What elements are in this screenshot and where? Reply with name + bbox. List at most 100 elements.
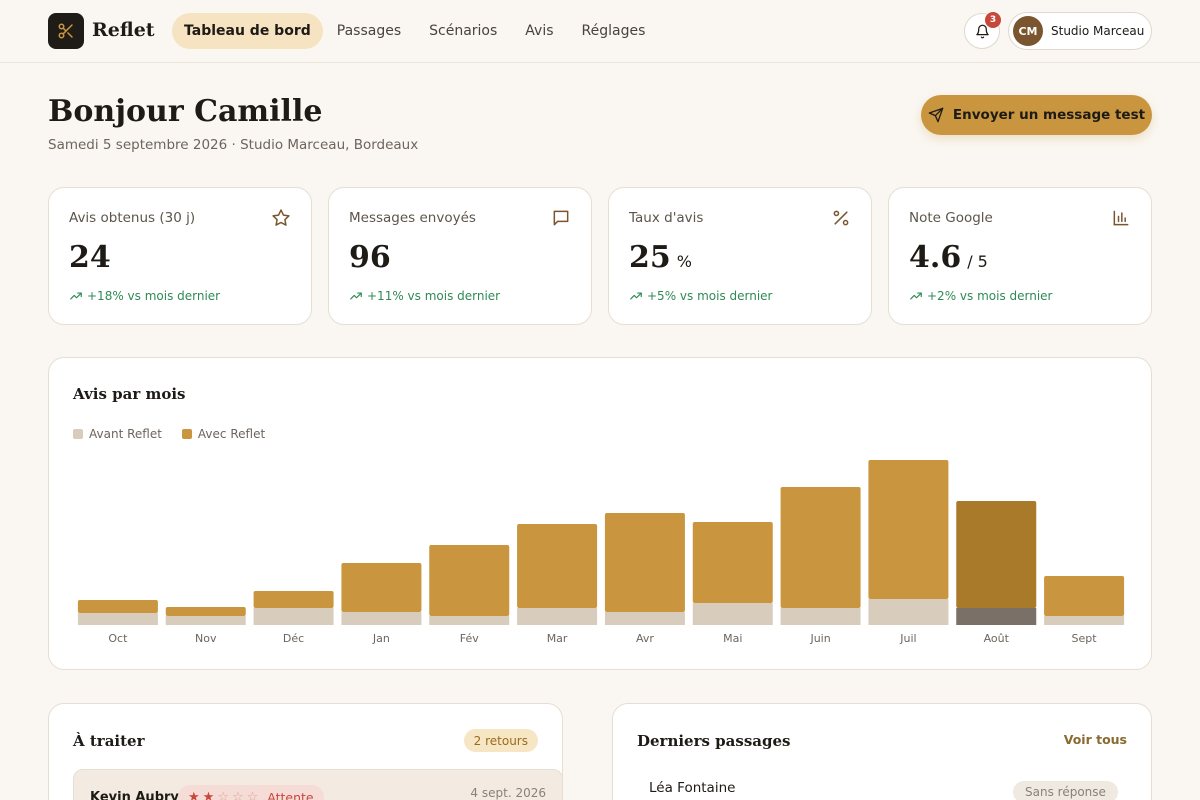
x-tick-label: Nov xyxy=(195,632,217,645)
scissors-icon xyxy=(58,23,73,39)
bar-avant-Juil[interactable] xyxy=(868,599,949,625)
bar-avant-Sept[interactable] xyxy=(1044,616,1125,625)
bar-avec-Déc[interactable] xyxy=(253,591,334,608)
x-tick-label: Fév xyxy=(460,632,479,645)
kpi-label: Messages envoyés xyxy=(349,210,476,226)
x-tick-label: Juin xyxy=(809,632,830,645)
avatar: CM xyxy=(1013,16,1043,46)
legend-swatch xyxy=(181,429,192,439)
x-tick-label: Jan xyxy=(372,632,390,645)
message-icon xyxy=(553,210,569,226)
kpi-value: 96 xyxy=(349,240,391,275)
main-menu: Tableau de bord Passages Scénarios Avis … xyxy=(172,13,659,49)
star-empty-icon: ☆ xyxy=(217,789,229,800)
list-item[interactable]: Kevin Aubry ★ ★ ☆ ☆ ☆ Attente 4 sept. 20… xyxy=(73,769,563,800)
bar-avec-Sept[interactable] xyxy=(1044,576,1125,616)
bar-avec-Oct[interactable] xyxy=(77,600,158,613)
chart-title: Avis par mois xyxy=(73,385,186,403)
kpi-card-taux: Taux d'avis 25% +5% vs mois dernier xyxy=(608,187,872,325)
rating-badge: ★ ★ ☆ ☆ ☆ Attente xyxy=(178,785,324,800)
bar-avec-Mar[interactable] xyxy=(517,524,598,608)
item-date: 4 sept. 2026 xyxy=(470,786,546,800)
legend-swatch xyxy=(73,429,83,439)
kpi-trend: +11% vs mois dernier xyxy=(349,289,500,303)
bar-chart-icon xyxy=(1113,210,1129,226)
bar-avant-Oct[interactable] xyxy=(77,613,158,625)
nav-avis[interactable]: Avis xyxy=(511,13,567,49)
retours-badge: 2 retours xyxy=(463,729,538,752)
kpi-value: 25% xyxy=(629,240,692,275)
x-tick-label: Juil xyxy=(899,632,916,645)
bar-avec-Nov[interactable] xyxy=(165,607,246,616)
notification-count-badge: 3 xyxy=(985,12,1001,28)
send-test-message-label: Envoyer un message test xyxy=(952,107,1146,123)
nav-reglages[interactable]: Réglages xyxy=(568,13,660,49)
bar-avant-Jan[interactable] xyxy=(341,612,422,625)
account-name: Studio Marceau xyxy=(1051,24,1145,38)
bar-avec-Mai[interactable] xyxy=(692,522,773,603)
chart-legend: Avant Reflet Avec Reflet xyxy=(73,427,265,441)
star-empty-icon: ☆ xyxy=(231,789,244,800)
kpi-trend: +5% vs mois dernier xyxy=(629,289,772,303)
top-navigation: Reflet Tableau de bord Passages Scénario… xyxy=(0,0,1200,63)
kpi-card-note-google: Note Google 4.6/ 5 +2% vs mois dernier xyxy=(888,187,1152,325)
bar-avec-Jan[interactable] xyxy=(341,563,422,612)
bar-avant-Déc[interactable] xyxy=(253,608,334,625)
kpi-label: Avis obtenus (30 j) xyxy=(69,210,196,226)
page-subtitle: Samedi 5 septembre 2026 · Studio Marceau… xyxy=(48,137,419,153)
legend-label: Avant Reflet xyxy=(89,427,162,441)
reviews-per-month-card: Oct Nov Déc Jan Fév Mar Avr Mai Juin Juil Août Sept… xyxy=(48,357,1152,670)
logo[interactable] xyxy=(48,13,84,49)
status-badge: Sans réponse xyxy=(1013,781,1118,800)
page-title: Bonjour Camille xyxy=(48,94,323,129)
bar-avant-Fév[interactable] xyxy=(429,616,510,625)
kpi-label: Taux d'avis xyxy=(629,210,704,226)
bar-avant-Juin[interactable] xyxy=(780,608,861,625)
legend-label: Avec Reflet xyxy=(197,427,266,441)
nav-tableau-de-bord[interactable]: Tableau de bord xyxy=(172,13,323,49)
x-tick-label: Sept xyxy=(1072,632,1098,645)
bar-avant-Avr[interactable] xyxy=(604,612,685,625)
kpi-card-avis: Avis obtenus (30 j) 24 +18% vs mois dern… xyxy=(48,187,312,325)
bar-avant-Nov[interactable] xyxy=(165,616,246,625)
star-empty-icon: ☆ xyxy=(246,789,259,800)
trend-up-icon xyxy=(630,292,642,300)
kpi-trend: +18% vs mois dernier xyxy=(69,289,220,303)
send-test-message-button[interactable]: Envoyer un message test xyxy=(921,95,1152,135)
kpi-label: Note Google xyxy=(909,210,993,226)
reviews-bar-chart: Oct Nov Déc Jan Fév Mar Avr Mai Juin Juil Août Sept xyxy=(77,460,1125,645)
bar-avec-Fév[interactable] xyxy=(429,545,510,616)
x-tick-label: Avr xyxy=(636,632,654,645)
trend-up-icon xyxy=(910,292,922,300)
bar-avec-Avr[interactable] xyxy=(604,513,685,612)
kpi-value: 24 xyxy=(69,240,111,275)
x-tick-label: Déc xyxy=(283,632,304,645)
status-label: Attente xyxy=(267,789,314,800)
todo-title: À traiter xyxy=(73,732,145,750)
x-tick-label: Mai xyxy=(723,632,742,645)
nav-passages[interactable]: Passages xyxy=(323,13,415,49)
bar-avec-Juil[interactable] xyxy=(868,460,949,599)
bar-avant-Août[interactable] xyxy=(956,608,1037,625)
x-tick-label: Mar xyxy=(547,632,568,645)
x-tick-label: Août xyxy=(984,632,1010,645)
todo-card: À traiter 2 retours Kevin Aubry ★ ★ ☆ ☆ … xyxy=(48,703,563,800)
bar-avec-Août[interactable] xyxy=(956,501,1037,608)
nav-scenarios[interactable]: Scénarios xyxy=(415,13,511,49)
kpi-value: 4.6/ 5 xyxy=(909,240,988,275)
kpi-trend: +2% vs mois dernier xyxy=(909,289,1052,303)
x-tick-label: Oct xyxy=(108,632,128,645)
recent-title: Derniers passages xyxy=(637,732,791,750)
see-all-link[interactable]: Voir tous xyxy=(1064,732,1127,747)
trend-up-icon xyxy=(350,292,362,300)
visit-name[interactable]: Léa Fontaine xyxy=(649,780,735,796)
star-filled-icon: ★ xyxy=(188,789,200,800)
account-menu[interactable]: CM Studio Marceau xyxy=(1008,12,1152,50)
bar-avant-Mar[interactable] xyxy=(517,608,598,625)
bar-avec-Juin[interactable] xyxy=(780,487,861,608)
legend-item-avec: Avec Reflet xyxy=(181,427,266,441)
kpi-card-messages: Messages envoyés 96 +11% vs mois dernier xyxy=(328,187,592,325)
bar-avant-Mai[interactable] xyxy=(692,603,773,625)
recent-visits-card: Derniers passages Voir tous Léa Fontaine… xyxy=(612,703,1152,800)
legend-item-avant: Avant Reflet xyxy=(73,427,162,441)
